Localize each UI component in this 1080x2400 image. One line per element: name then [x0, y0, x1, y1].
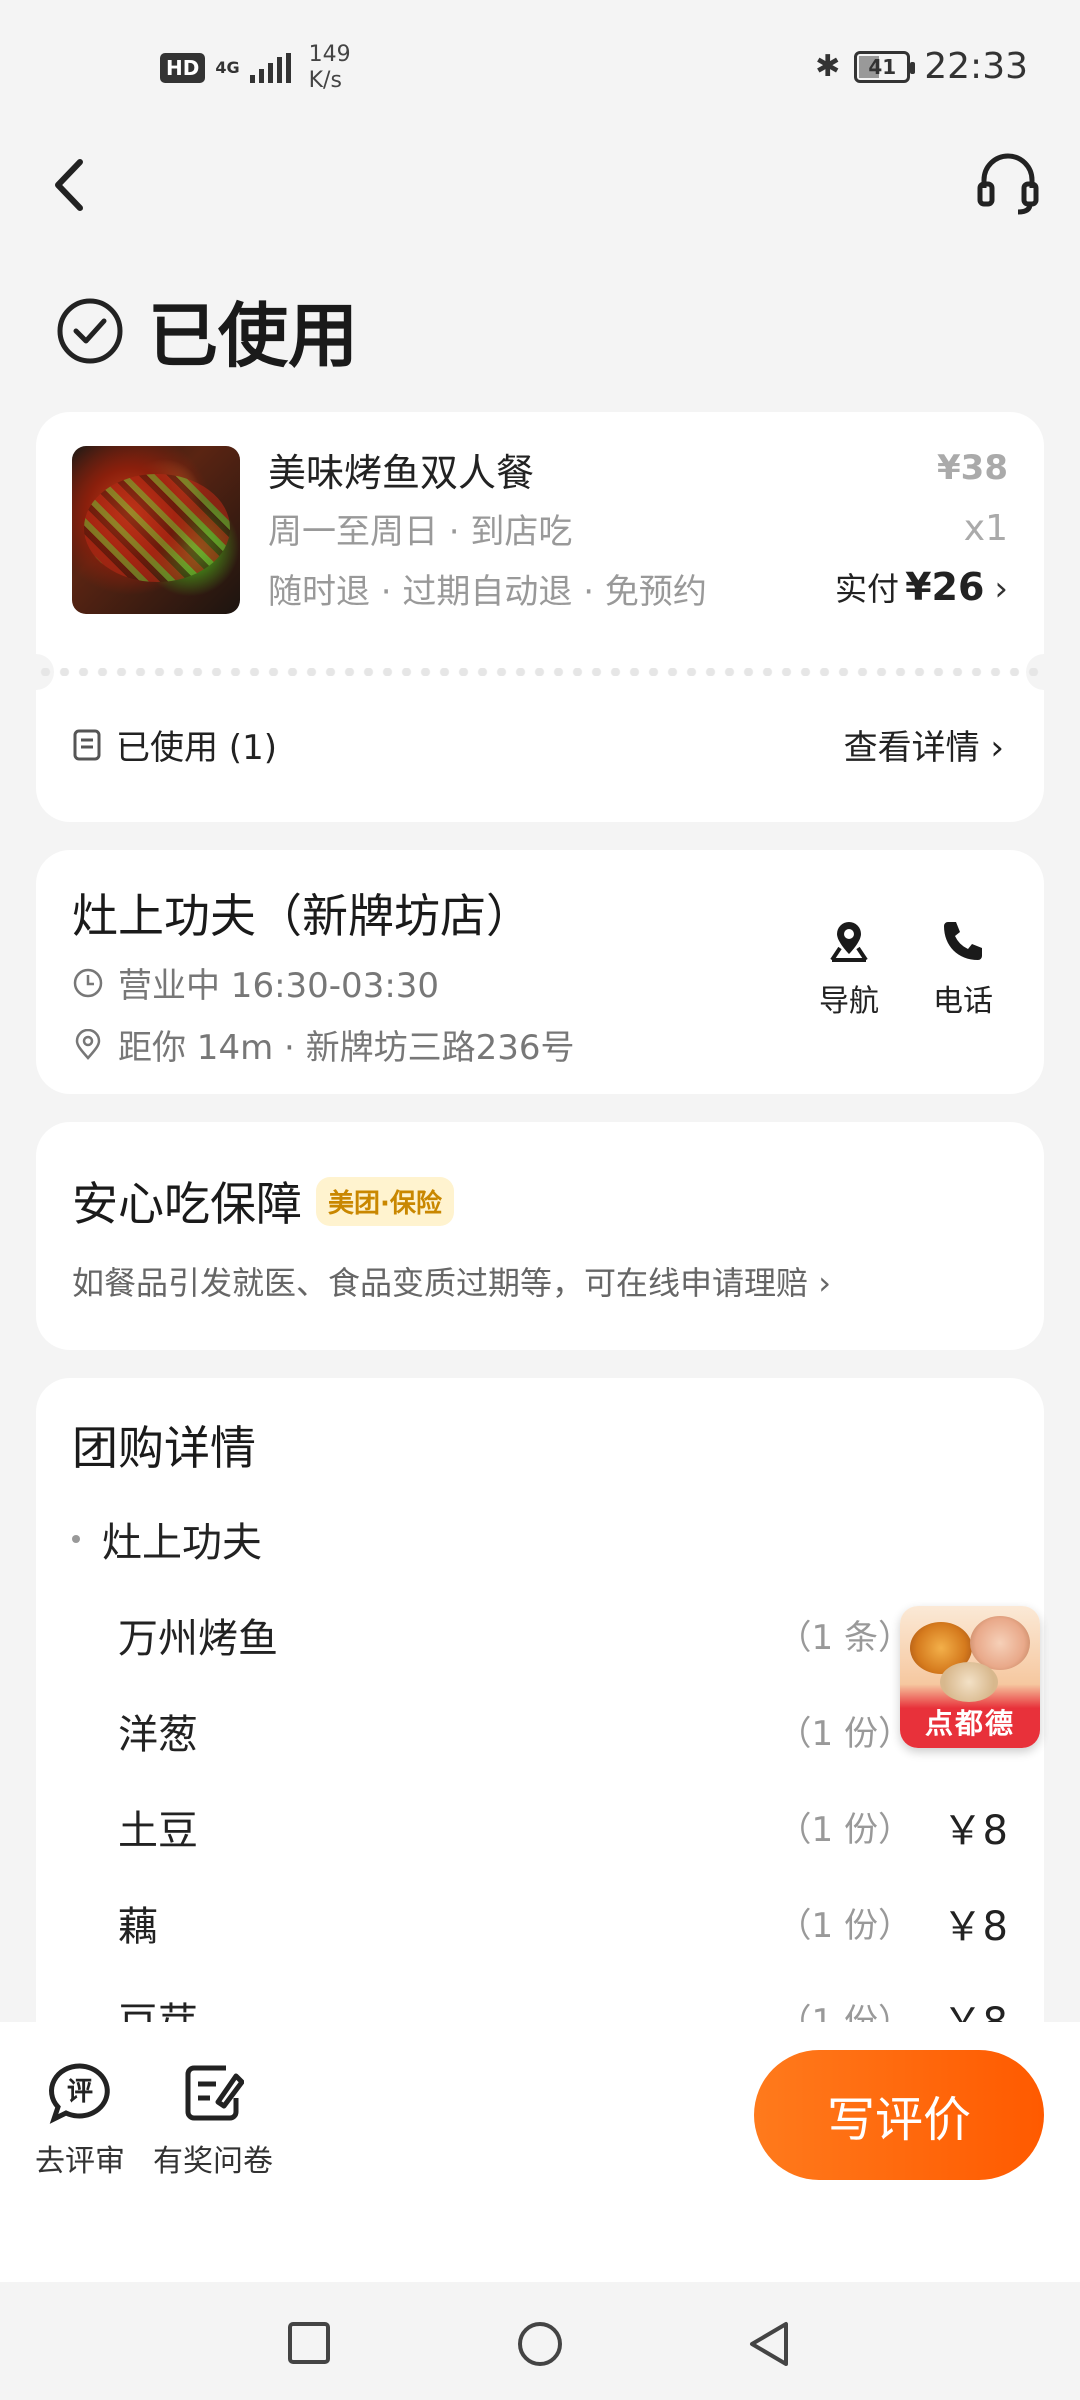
- paid-amount: ¥26: [905, 565, 985, 609]
- shop-address: 距你 14m · 新牌坊三路236号: [118, 1028, 575, 1068]
- shop-address-row: 距你 14m · 新牌坊三路236号: [72, 1020, 575, 1069]
- system-navigation-bar: [0, 2282, 1080, 2400]
- battery-level: 41: [868, 54, 897, 79]
- group-section-name: 灶上功夫: [102, 1520, 262, 1566]
- original-price: ¥38: [937, 448, 1008, 488]
- package-subtitle: 周一至周日 · 到店吃: [268, 512, 573, 552]
- assurance-title-row: 安心吃保障 美团·保险: [72, 1168, 454, 1234]
- list-item: 土豆 （1 份） ￥8: [118, 1798, 1008, 1858]
- survey-label: 有奖问卷: [153, 2144, 273, 2179]
- view-details-link[interactable]: 查看详情 ›: [844, 720, 1004, 769]
- go-review-label: 去评审: [35, 2144, 125, 2179]
- paid-label: 实付: [835, 570, 900, 608]
- assurance-title: 安心吃保障: [72, 1177, 302, 1231]
- navigation-pin-icon: [830, 922, 868, 962]
- item-name: 万州烤鱼: [118, 1616, 278, 1662]
- list-item: 洋葱 （1 份）: [118, 1702, 1008, 1762]
- item-qty: （1 份）: [777, 1906, 912, 1946]
- list-item: 万州烤鱼 （1 条）: [118, 1606, 1008, 1666]
- speed-unit: K/s: [308, 68, 342, 93]
- item-price: ￥8: [942, 1904, 1008, 1950]
- page-title: 已使用: [148, 295, 358, 377]
- item-qty: （1 条）: [777, 1618, 912, 1658]
- used-coupons-row[interactable]: 已使用 (1): [72, 720, 277, 769]
- back-arrow-icon[interactable]: [40, 150, 100, 220]
- recent-apps-icon[interactable]: [286, 2320, 332, 2366]
- battery-icon: 41: [854, 50, 916, 83]
- assurance-card[interactable]: 安心吃保障 美团·保险 如餐品引发就医、食品变质过期等，可在线申请理赔 ›: [36, 1122, 1044, 1350]
- bluetooth-icon: ✱: [815, 49, 841, 84]
- item-name: 洋葱: [118, 1712, 198, 1758]
- shop-name[interactable]: 灶上功夫（新牌坊店）: [72, 880, 532, 946]
- network-speed: 149 K/s: [309, 42, 351, 94]
- document-icon: [73, 729, 101, 760]
- speed-value: 149: [308, 42, 351, 67]
- write-review-button[interactable]: 写评价: [754, 2050, 1044, 2180]
- order-status-header: 已使用: [56, 280, 358, 381]
- quantity: x1: [963, 508, 1008, 549]
- dish-image[interactable]: [72, 446, 240, 614]
- network-type: 4G: [215, 58, 240, 77]
- item-price: ￥8: [942, 1808, 1008, 1854]
- status-left: HD 4G 149 K/s: [160, 42, 351, 94]
- used-count-label: 已使用 (1): [116, 728, 277, 768]
- chevron-right-icon: ›: [818, 1264, 831, 1302]
- promo-dish-image: [970, 1616, 1030, 1670]
- dotted-divider: [36, 668, 1044, 676]
- package-rules: 随时退 · 过期自动退 · 免预约: [268, 572, 707, 612]
- promo-dish-image: [940, 1662, 998, 1702]
- hd-badge: HD: [160, 53, 206, 83]
- promo-label: 点都德: [924, 1707, 1015, 1740]
- navigate-button[interactable]: 导航: [794, 916, 904, 1020]
- group-section-header: 灶上功夫: [72, 1510, 262, 1568]
- survey-button[interactable]: 有奖问卷: [143, 2062, 283, 2180]
- svg-text:评: 评: [67, 2077, 93, 2107]
- signal-icon: [249, 53, 291, 83]
- item-name: 藕: [118, 1904, 158, 1950]
- phone-icon: [944, 922, 982, 960]
- bottom-action-bar: 评 去评审 有奖问卷 写评价: [0, 2022, 1080, 2282]
- group-detail-card: 团购详情 灶上功夫 万州烤鱼 （1 条） 洋葱 （1 份） 土豆 （1 份） ￥…: [36, 1378, 1044, 2078]
- item-qty: （1 份）: [777, 1810, 912, 1850]
- edit-note-icon: [185, 2065, 244, 2121]
- paid-amount-link[interactable]: 实付 ¥26 ›: [835, 564, 1008, 610]
- chevron-right-icon: ›: [990, 728, 1004, 768]
- shop-hours-row: 营业中 16:30-03:30: [72, 958, 439, 1007]
- navigate-label: 导航: [819, 984, 879, 1019]
- shop-hours: 营业中 16:30-03:30: [118, 966, 440, 1006]
- list-item: 藕 （1 份） ￥8: [118, 1894, 1008, 1954]
- top-nav: [0, 140, 1080, 240]
- view-details-label: 查看详情: [843, 728, 980, 768]
- clock-icon: [73, 968, 103, 997]
- check-circle-icon: [57, 298, 123, 363]
- status-right: ✱ 41 22:33: [815, 46, 1028, 87]
- location-pin-icon: [75, 1028, 101, 1060]
- chevron-right-icon: ›: [994, 569, 1008, 609]
- floating-promo-ad[interactable]: 点都德: [900, 1606, 1040, 1748]
- shop-card[interactable]: 灶上功夫（新牌坊店） 营业中 16:30-03:30 距你 14m · 新牌坊三…: [36, 850, 1044, 1094]
- back-triangle-icon[interactable]: [746, 2320, 792, 2368]
- home-icon[interactable]: [516, 2320, 564, 2368]
- status-bar: HD 4G 149 K/s ✱ 41 22:33: [0, 0, 1080, 140]
- review-bubble-icon: 评: [49, 2063, 110, 2124]
- bullet-dot: [72, 1535, 80, 1543]
- assurance-description-text: 如餐品引发就医、食品变质过期等，可在线申请理赔: [72, 1264, 809, 1302]
- item-name: 土豆: [118, 1808, 198, 1854]
- group-detail-title: 团购详情: [72, 1421, 256, 1475]
- call-label: 电话: [933, 984, 993, 1019]
- item-qty: （1 份）: [777, 1714, 912, 1754]
- customer-service-icon[interactable]: [974, 148, 1042, 218]
- insurance-badge: 美团·保险: [316, 1176, 454, 1226]
- go-review-button[interactable]: 评 去评审: [10, 2062, 150, 2180]
- assurance-description[interactable]: 如餐品引发就医、食品变质过期等，可在线申请理赔 ›: [72, 1258, 831, 1304]
- order-card: 美味烤鱼双人餐 周一至周日 · 到店吃 随时退 · 过期自动退 · 免预约 ¥3…: [18, 412, 1062, 822]
- call-button[interactable]: 电话: [908, 916, 1018, 1020]
- package-name[interactable]: 美味烤鱼双人餐: [268, 442, 534, 497]
- clock: 22:33: [924, 46, 1028, 87]
